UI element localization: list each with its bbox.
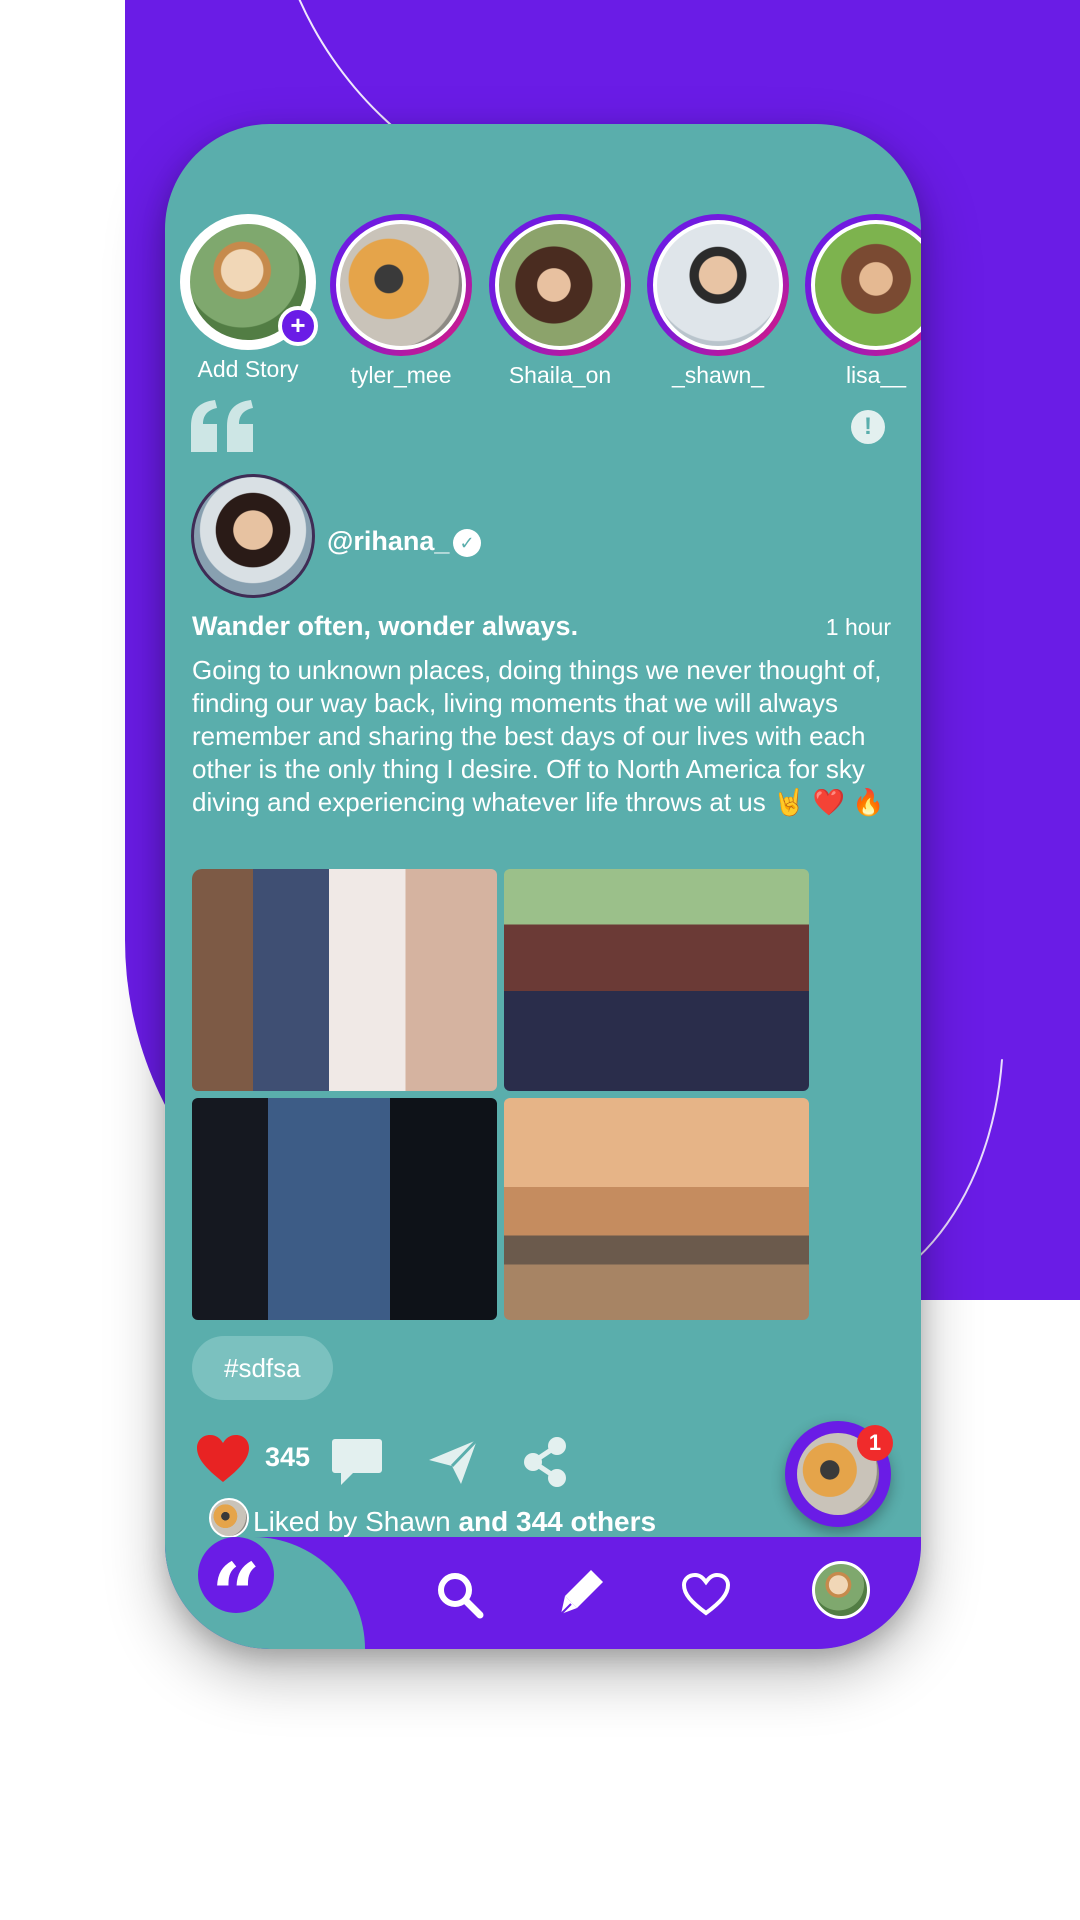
heart-icon[interactable] <box>195 1434 251 1484</box>
post-emojis: 🤘 ❤️ 🔥 <box>773 787 885 817</box>
author-avatar[interactable] <box>191 474 315 598</box>
quote-icon <box>191 400 253 452</box>
chat-head-button[interactable]: 1 <box>785 1421 893 1527</box>
report-icon[interactable]: ! <box>851 410 885 444</box>
story-ring <box>489 214 631 356</box>
comment-icon[interactable] <box>331 1437 383 1487</box>
post-title: Wander often, wonder always. <box>192 611 579 641</box>
send-icon[interactable] <box>427 1438 479 1486</box>
add-story-plus-icon[interactable]: + <box>278 306 318 346</box>
story-avatar <box>336 220 466 350</box>
post-photo-4[interactable] <box>504 1098 809 1320</box>
story-name: lisa__ <box>845 362 907 388</box>
story-ring <box>647 214 789 356</box>
notification-badge: 1 <box>857 1425 893 1461</box>
search-icon[interactable] <box>435 1570 485 1620</box>
story-tyler[interactable]: tyler_mee <box>326 214 476 389</box>
story-avatar <box>495 220 625 350</box>
post-photo-2[interactable] <box>504 869 809 1091</box>
bottom-navigation <box>165 1537 921 1649</box>
story-add[interactable]: + Add Story <box>173 214 323 383</box>
liked-by-text[interactable]: Liked by Shawn and 344 others <box>253 1506 656 1538</box>
story-lisa[interactable]: lisa__ <box>801 214 921 389</box>
heart-outline-icon[interactable] <box>681 1572 731 1616</box>
story-name: Add Story <box>197 356 299 382</box>
nav-home-quote-icon[interactable]: “ <box>198 1537 274 1646</box>
post-photo-3[interactable] <box>192 1098 497 1320</box>
liked-by-prefix: Liked by Shawn <box>253 1506 451 1537</box>
screen: + Add Story tyler_mee Shaila_on _shawn_ <box>0 0 1080 1920</box>
author-username[interactable]: @rihana_ <box>327 526 449 557</box>
post-photo-1[interactable] <box>192 869 497 1091</box>
liked-by-suffix: and 344 others <box>458 1506 657 1537</box>
post-time: 1 hour <box>825 614 891 640</box>
story-avatar <box>653 220 783 350</box>
liked-by-avatar <box>209 1498 249 1538</box>
story-name: tyler_mee <box>350 362 452 388</box>
story-shawn[interactable]: _shawn_ <box>643 214 793 389</box>
hashtag-chip[interactable]: #sdfsa <box>192 1336 333 1400</box>
story-ring <box>330 214 472 356</box>
like-count: 345 <box>265 1442 311 1472</box>
profile-avatar[interactable] <box>812 1561 870 1619</box>
phone-frame: + Add Story tyler_mee Shaila_on _shawn_ <box>165 124 921 1649</box>
story-ring: + <box>180 214 318 350</box>
story-name: Shaila_on <box>508 362 612 388</box>
verified-check-icon: ✓ <box>453 529 481 557</box>
story-shaila[interactable]: Shaila_on <box>485 214 635 389</box>
post-body: Going to unknown places, doing things we… <box>192 654 912 819</box>
story-ring <box>805 214 921 356</box>
story-avatar <box>811 220 921 350</box>
pen-icon[interactable] <box>557 1566 607 1618</box>
share-icon[interactable] <box>521 1436 569 1488</box>
story-name: _shawn_ <box>671 362 765 388</box>
